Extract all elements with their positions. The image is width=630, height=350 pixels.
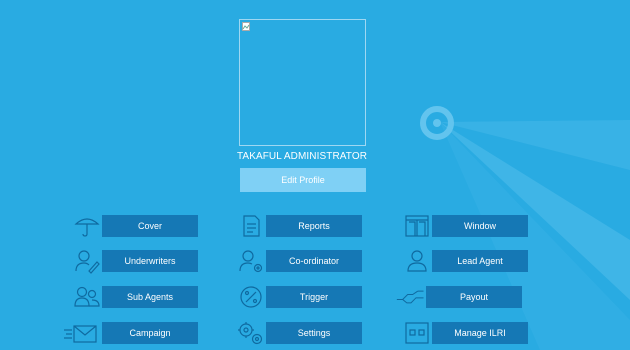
underwriters-button[interactable]: Underwriters <box>102 250 198 272</box>
cover-button[interactable]: Cover <box>102 215 198 237</box>
percent-icon <box>236 284 266 310</box>
profile-avatar <box>239 19 366 146</box>
menu-item-reports: Reports <box>236 213 396 239</box>
trigger-button[interactable]: Trigger <box>266 286 362 308</box>
lead-agent-button[interactable]: Lead Agent <box>432 250 528 272</box>
user-gear-icon <box>236 248 266 274</box>
sub-agents-button[interactable]: Sub Agents <box>102 286 198 308</box>
window-icon <box>402 213 432 239</box>
payout-button[interactable]: Payout <box>426 286 522 308</box>
document-icon <box>236 213 266 239</box>
user-pen-icon <box>72 248 102 274</box>
manage-ilri-button[interactable]: Manage ILRI <box>432 322 528 344</box>
menu-item-payout: Payout <box>396 284 556 310</box>
menu-item-settings: Settings <box>236 320 396 346</box>
edit-profile-button[interactable]: Edit Profile <box>240 168 366 192</box>
campaign-button[interactable]: Campaign <box>102 322 198 344</box>
menu-item-campaign: Campaign <box>64 320 228 346</box>
user-icon <box>402 248 432 274</box>
window-button[interactable]: Window <box>432 215 528 237</box>
gears-icon <box>236 320 266 346</box>
menu-item-trigger: Trigger <box>236 284 396 310</box>
handshake-icon <box>396 284 426 310</box>
menu-item-lead-agent: Lead Agent <box>402 248 562 274</box>
mail-icon <box>64 320 98 346</box>
menu-item-window: Window <box>402 213 562 239</box>
profile-name: TAKAFUL ADMINISTRATOR <box>236 151 368 162</box>
menu-item-sub-agents: Sub Agents <box>72 284 232 310</box>
menu-item-coordinator: Co-ordinator <box>236 248 396 274</box>
menu-item-manage-ilri: Manage ILRI <box>402 320 562 346</box>
menu-item-underwriters: Underwriters <box>72 248 232 274</box>
users-icon <box>72 284 102 310</box>
reports-button[interactable]: Reports <box>266 215 362 237</box>
grid-icon <box>402 320 432 346</box>
coordinator-button[interactable]: Co-ordinator <box>266 250 362 272</box>
umbrella-icon <box>72 213 102 239</box>
menu-item-cover: Cover <box>72 213 232 239</box>
broken-image-icon <box>242 22 250 31</box>
settings-button[interactable]: Settings <box>266 322 362 344</box>
